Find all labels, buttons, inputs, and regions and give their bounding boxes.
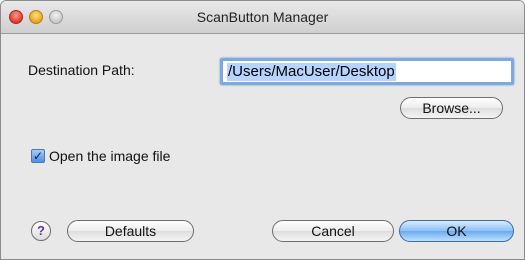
open-image-label[interactable]: Open the image file bbox=[49, 148, 170, 164]
ok-button[interactable]: OK bbox=[399, 220, 514, 242]
cancel-button[interactable]: Cancel bbox=[272, 220, 394, 242]
checkmark-icon: ✓ bbox=[32, 149, 44, 163]
destination-path-field[interactable]: /Users/MacUser/Desktop bbox=[220, 58, 514, 85]
destination-path-label: Destination Path: bbox=[28, 62, 135, 78]
browse-button[interactable]: Browse... bbox=[400, 97, 503, 119]
help-button[interactable]: ? bbox=[31, 221, 51, 241]
question-mark-icon: ? bbox=[37, 223, 45, 238]
window-title: ScanButton Manager bbox=[196, 9, 329, 25]
open-image-checkbox[interactable]: ✓ bbox=[31, 149, 45, 163]
scanbutton-manager-window: ScanButton Manager Destination Path: /Us… bbox=[0, 0, 525, 260]
title-bar[interactable]: ScanButton Manager bbox=[1, 1, 524, 34]
defaults-button[interactable]: Defaults bbox=[67, 220, 194, 242]
destination-path-value[interactable]: /Users/MacUser/Desktop bbox=[227, 63, 396, 81]
